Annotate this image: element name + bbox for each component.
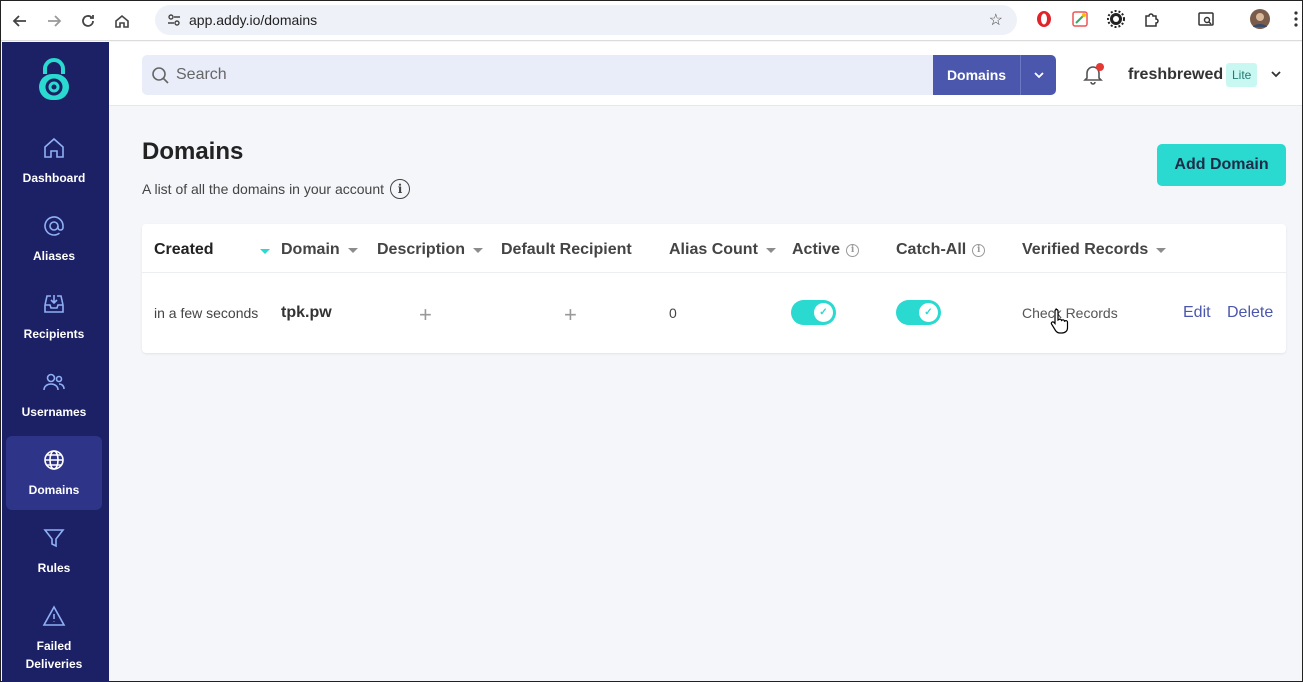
site-settings-icon[interactable] [159, 13, 189, 27]
bookmark-star-icon[interactable]: ☆ [989, 10, 1003, 30]
column-header-active: Active i [792, 241, 860, 259]
info-icon[interactable]: i [390, 179, 411, 199]
page-subtitle: A list of all the domains in your accoun… [142, 179, 411, 199]
column-header-catch-all: Catch-All i [896, 241, 986, 259]
page-subtitle-text: A list of all the domains in your accoun… [142, 181, 385, 197]
column-header-domain[interactable]: Domain [281, 241, 358, 259]
column-header-verified-records[interactable]: Verified Records [1022, 241, 1167, 259]
forward-icon[interactable] [39, 6, 69, 36]
delete-button[interactable]: Delete [1227, 304, 1273, 322]
profile-avatar[interactable] [1250, 9, 1270, 29]
extensions-puzzle-icon[interactable] [1142, 9, 1162, 29]
sidebar-item-label: Recipients [23, 327, 85, 341]
add-description-plus-icon[interactable]: + [419, 302, 432, 328]
user-menu-chevron-icon[interactable] [1270, 68, 1282, 80]
top-bar: Domains freshbrewed Lite [109, 42, 1302, 106]
search-icon [152, 67, 169, 84]
at-icon [44, 216, 64, 236]
sidebar-item-label: Dashboard [22, 171, 86, 185]
home-icon [44, 137, 64, 158]
sidebar-item-label: Rules [37, 561, 71, 575]
opera-extension-icon[interactable] [1034, 9, 1054, 29]
username[interactable]: freshbrewed [1128, 66, 1223, 84]
reload-icon[interactable] [73, 6, 103, 36]
address-bar[interactable]: app.addy.io/domains ☆ [155, 5, 1017, 35]
edit-button[interactable]: Edit [1183, 304, 1211, 322]
sidebar-item-label: Domains [28, 483, 80, 497]
hand-pointer-cursor-icon [1050, 309, 1069, 334]
sidebar-item-recipients[interactable]: Recipients [6, 280, 102, 354]
gear-extension-icon[interactable] [1106, 9, 1126, 29]
sort-caret-icon [347, 247, 358, 253]
info-icon[interactable]: i [846, 243, 860, 257]
sort-caret-icon [1156, 247, 1167, 253]
sort-caret-icon[interactable] [260, 249, 270, 254]
sort-caret-icon [765, 247, 776, 253]
column-header-alias-count[interactable]: Alias Count [669, 241, 776, 259]
sidebar-item-domains[interactable]: Domains [6, 436, 102, 510]
notification-dot [1096, 63, 1104, 71]
column-header-description[interactable]: Description [377, 241, 484, 259]
globe-icon [44, 450, 64, 470]
info-icon[interactable]: i [972, 243, 986, 257]
users-icon [43, 373, 65, 391]
back-icon[interactable] [5, 6, 35, 36]
active-toggle[interactable]: ✓ [791, 300, 836, 325]
search-box [142, 55, 933, 95]
page-title: Domains [142, 138, 244, 165]
sidebar-item-label: Aliases [32, 249, 76, 263]
url-text: app.addy.io/domains [189, 12, 318, 28]
check-icon: ✓ [814, 303, 833, 322]
sidebar: Dashboard Aliases Recipients Usernames D… [2, 42, 109, 682]
catch-all-toggle[interactable]: ✓ [896, 300, 941, 325]
domains-table: Created Domain Description Default Recip… [142, 224, 1286, 353]
inbox-icon [44, 295, 64, 313]
sidebar-item-label: Usernames [21, 405, 87, 419]
add-domain-button[interactable]: Add Domain [1157, 144, 1286, 186]
column-header-default-recipient: Default Recipient [501, 241, 632, 258]
addy-logo-icon[interactable] [35, 58, 73, 102]
sidebar-item-label: Failed Deliveries [25, 639, 83, 671]
created-cell: in a few seconds [154, 305, 259, 321]
check-icon: ✓ [919, 303, 938, 322]
alias-count-cell: 0 [669, 305, 677, 321]
sort-caret-icon [473, 247, 484, 253]
row-divider [142, 272, 1286, 273]
color-picker-extension-icon[interactable] [1070, 9, 1090, 29]
column-header-created[interactable]: Created [154, 241, 214, 259]
home-browser-icon[interactable] [107, 6, 137, 36]
browser-toolbar: app.addy.io/domains ☆ [1, 1, 1302, 41]
search-scope-button[interactable]: Domains [933, 55, 1020, 95]
search-input[interactable] [176, 66, 876, 84]
chevron-down-icon [1033, 72, 1044, 79]
browser-menu-icon[interactable] [1286, 9, 1303, 29]
sidebar-item-failed-deliveries[interactable]: Failed Deliveries [6, 592, 102, 682]
sidebar-item-usernames[interactable]: Usernames [6, 358, 102, 432]
sidebar-item-aliases[interactable]: Aliases [6, 202, 102, 276]
sidebar-item-dashboard[interactable]: Dashboard [6, 124, 102, 198]
funnel-icon [43, 529, 65, 548]
add-default-recipient-plus-icon[interactable]: + [564, 302, 577, 328]
warning-icon [42, 605, 66, 626]
sidebar-item-rules[interactable]: Rules [6, 514, 102, 588]
plan-badge: Lite [1226, 63, 1258, 87]
search-scope-dropdown[interactable] [1020, 55, 1056, 95]
tab-search-icon[interactable] [1196, 9, 1216, 29]
domain-cell: tpk.pw [281, 304, 332, 321]
